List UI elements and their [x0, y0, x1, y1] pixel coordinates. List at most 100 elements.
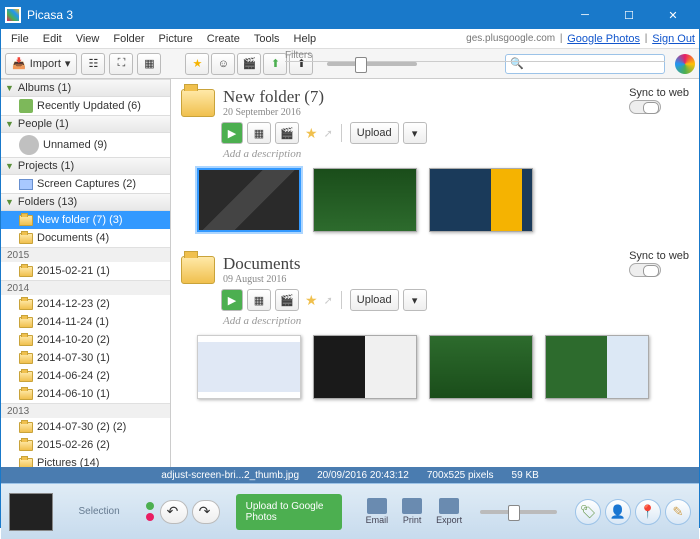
menu-help[interactable]: Help [288, 31, 323, 47]
google-photos-icon[interactable] [675, 54, 695, 74]
upload-button[interactable]: Upload [350, 122, 399, 144]
folder-tools: ▶▦🎬★ ➚ Upload▾ [221, 122, 689, 144]
export-button[interactable]: Export [436, 498, 462, 525]
tool-btn-3[interactable]: ▦ [137, 53, 161, 75]
upload-button[interactable]: Upload [350, 289, 399, 311]
status-dim: 700x525 pixels [427, 470, 494, 481]
filter-face[interactable]: ☺ [211, 53, 235, 75]
menu-folder[interactable]: Folder [107, 31, 150, 47]
zoom-slider[interactable] [480, 510, 557, 514]
description-field[interactable]: Add a description [223, 148, 689, 160]
thumbnail-row [197, 168, 689, 232]
folder-icon [19, 317, 33, 328]
folder-icon [19, 422, 33, 433]
rotate-left-button[interactable]: ↶ [160, 500, 188, 524]
star-icon[interactable]: ★ [303, 292, 320, 309]
people-tag-button[interactable]: 👤 [605, 499, 631, 525]
thumbnail[interactable] [197, 335, 301, 399]
google-photos-link[interactable]: Google Photos [567, 33, 640, 45]
tool-btn-2[interactable]: ⛶ [109, 53, 133, 75]
sidebar-folder-item[interactable]: 2014-07-30 (2) (2) [1, 418, 170, 436]
selection-thumbnail[interactable] [9, 493, 53, 531]
thumbnail[interactable] [429, 168, 533, 232]
sidebar-folder-item[interactable]: 2014-06-24 (2) [1, 367, 170, 385]
play-button[interactable]: ▶ [221, 122, 243, 144]
filter-slider[interactable] [327, 62, 417, 66]
info-button[interactable]: ✎ [665, 499, 691, 525]
sidebar-folder-item[interactable]: 2014-12-23 (2) [1, 295, 170, 313]
thumbnail[interactable] [429, 335, 533, 399]
folder-icon [19, 440, 33, 451]
green-pin-icon[interactable] [146, 502, 154, 510]
sidebar-folder-item[interactable]: 2014-07-30 (1) [1, 349, 170, 367]
filter-star[interactable]: ★ [185, 53, 209, 75]
share-icon[interactable]: ➚ [324, 294, 333, 307]
close-button[interactable]: ✕ [651, 1, 695, 29]
thumbnail[interactable] [313, 168, 417, 232]
sidebar-folder-item[interactable]: Pictures (14) [1, 454, 170, 467]
upload-dropdown[interactable]: ▾ [403, 289, 427, 311]
thumbnail[interactable] [545, 335, 649, 399]
sidebar-folder-item[interactable]: 2014-06-10 (1) [1, 385, 170, 403]
sidebar-folder-item[interactable]: 2015-02-26 (2) [1, 436, 170, 454]
sidebar-folder-item[interactable]: 2015-02-21 (1) [1, 262, 170, 280]
sync-to-web[interactable]: Sync to web [629, 87, 689, 114]
filters-label: Filters [285, 50, 665, 62]
tool-btn-1[interactable]: ☷ [81, 53, 105, 75]
description-field[interactable]: Add a description [223, 315, 689, 327]
sidebar-item-screen-captures[interactable]: Screen Captures (2) [1, 175, 170, 193]
play-button[interactable]: ▶ [221, 289, 243, 311]
menu-picture[interactable]: Picture [153, 31, 199, 47]
folder-date: 20 September 2016 [223, 107, 324, 118]
sidebar-year: 2013 [1, 403, 170, 418]
print-button[interactable]: Print [402, 498, 422, 525]
star-icon[interactable]: ★ [303, 125, 320, 142]
menu-create[interactable]: Create [201, 31, 246, 47]
maximize-button[interactable]: ☐ [607, 1, 651, 29]
folder-date: 09 August 2016 [223, 274, 300, 285]
sidebar-people-header[interactable]: ▼People (1) [1, 115, 170, 133]
collage-button[interactable]: ▦ [247, 122, 271, 144]
import-icon: 📥 [12, 57, 26, 70]
geo-tag-button[interactable]: 📍 [635, 499, 661, 525]
email-button[interactable]: Email [366, 498, 389, 525]
sidebar-albums-header[interactable]: ▼Albums (1) [1, 79, 170, 97]
sidebar-year: 2015 [1, 247, 170, 262]
filter-geo[interactable]: ⬆ [263, 53, 287, 75]
folder-icon [19, 233, 33, 244]
folder-header: Documents09 August 2016 [181, 254, 689, 285]
tag-button[interactable]: 🏷 [575, 499, 601, 525]
sync-to-web[interactable]: Sync to web [629, 250, 689, 277]
sign-out-link[interactable]: Sign Out [652, 33, 695, 45]
sidebar-folder-item[interactable]: 2014-10-20 (2) [1, 331, 170, 349]
movie-button[interactable]: 🎬 [275, 122, 299, 144]
rotate-right-button[interactable]: ↷ [192, 500, 220, 524]
menu-tools[interactable]: Tools [248, 31, 286, 47]
movie-button[interactable]: 🎬 [275, 289, 299, 311]
sidebar-folders-header[interactable]: ▼Folders (13) [1, 193, 170, 211]
sidebar-folder-item[interactable]: New folder (7) (3) [1, 211, 170, 229]
menubar: File Edit View Folder Picture Create Too… [1, 29, 699, 49]
sidebar-projects-header[interactable]: ▼Projects (1) [1, 157, 170, 175]
upload-dropdown[interactable]: ▾ [403, 122, 427, 144]
content-area: Sync to webNew folder (7)20 September 20… [171, 79, 699, 467]
upload-google-photos-button[interactable]: Upload to Google Photos [236, 494, 342, 530]
menu-file[interactable]: File [5, 31, 35, 47]
pink-pin-icon[interactable] [146, 513, 154, 521]
sidebar-folder-item[interactable]: 2014-11-24 (1) [1, 313, 170, 331]
thumbnail[interactable] [197, 168, 301, 232]
email-icon [367, 498, 387, 514]
share-icon[interactable]: ➚ [324, 127, 333, 140]
sidebar-item-recently-updated[interactable]: Recently Updated (6) [1, 97, 170, 115]
minimize-button[interactable]: ─ [563, 1, 607, 29]
thumbnail[interactable] [313, 335, 417, 399]
import-button[interactable]: 📥Import▾ [5, 53, 77, 75]
collage-button[interactable]: ▦ [247, 289, 271, 311]
menu-edit[interactable]: Edit [37, 31, 68, 47]
sidebar-folder-item[interactable]: Documents (4) [1, 229, 170, 247]
status-size: 59 KB [512, 470, 539, 481]
sidebar-item-unnamed[interactable]: Unnamed (9) [1, 133, 170, 157]
menu-view[interactable]: View [70, 31, 106, 47]
sidebar-year: 2014 [1, 280, 170, 295]
filter-movie[interactable]: 🎬 [237, 53, 261, 75]
